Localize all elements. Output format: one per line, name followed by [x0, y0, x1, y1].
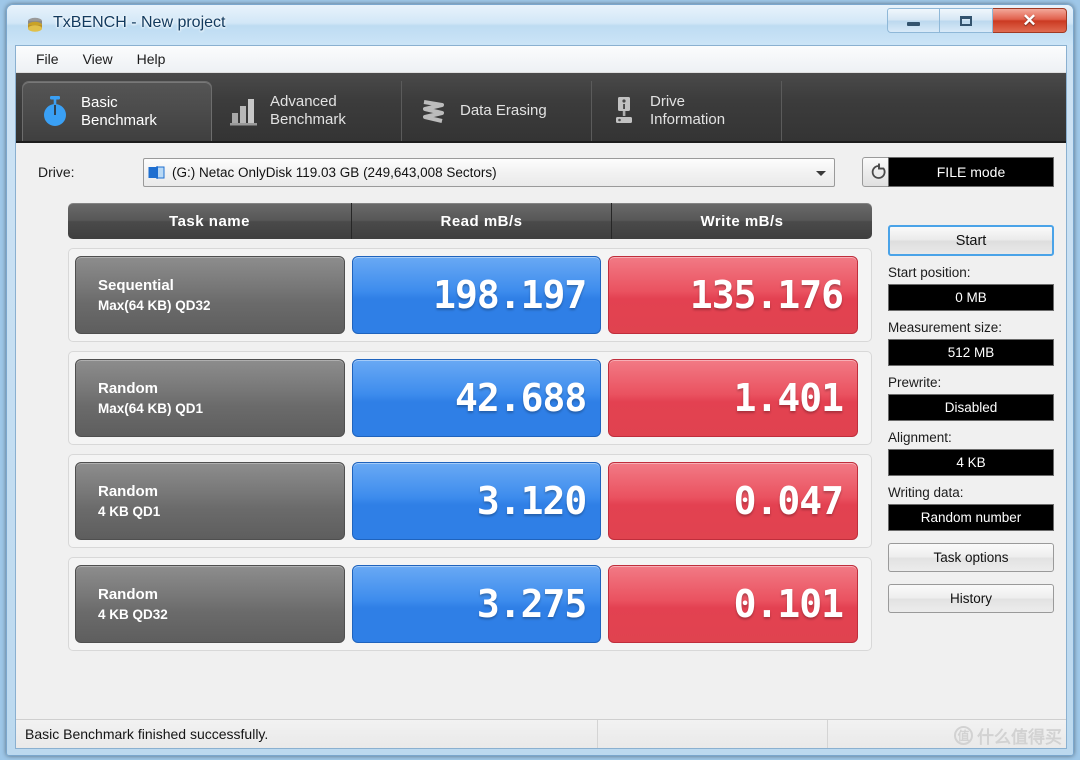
client-area: File View Help Basic Benchmark Advanced …: [15, 45, 1067, 749]
close-button[interactable]: ✕: [993, 8, 1067, 33]
minimize-button[interactable]: [887, 8, 940, 33]
tab-drive-information[interactable]: Drive Information: [592, 81, 782, 141]
maximize-icon: [960, 15, 972, 26]
column-header-write: Write mB/s: [700, 212, 784, 230]
task-options-button[interactable]: Task options: [888, 543, 1054, 572]
measurement-size-value[interactable]: 512 MB: [888, 339, 1054, 366]
window-title: TxBENCH - New project: [53, 14, 226, 31]
write-value: 0.047: [608, 462, 858, 540]
watermark: 值 什么值得买: [954, 723, 1062, 748]
task-name-cell: Random Max(64 KB) QD1: [75, 359, 345, 437]
menu-item-file[interactable]: File: [24, 47, 71, 71]
read-value: 42.688: [351, 359, 602, 437]
application-window: TxBENCH - New project ✕ File View Help B…: [6, 4, 1074, 756]
tab-label: Data Erasing: [460, 102, 547, 119]
task-name-line1: Random: [98, 482, 158, 500]
table-header-row: Task name Read mB/s Write mB/s: [68, 203, 872, 239]
table-row: Random 4 KB QD32 3.275 0.101: [68, 557, 872, 651]
table-row: Random Max(64 KB) QD1 42.688 1.401: [68, 351, 872, 445]
status-message: Basic Benchmark finished successfully.: [16, 720, 598, 748]
task-name-line1: Random: [98, 379, 158, 397]
refresh-icon: [871, 163, 886, 179]
watermark-text: 什么值得买: [977, 728, 1062, 748]
column-header-read: Read mB/s: [352, 203, 612, 239]
write-value: 1.401: [608, 359, 858, 437]
menu-item-view[interactable]: View: [71, 47, 125, 71]
read-value: 198.197: [351, 256, 602, 334]
tab-label: Basic Benchmark: [81, 93, 157, 129]
benchmark-table: Task name Read mB/s Write mB/s Sequentia…: [68, 203, 872, 651]
drive-selected-text: (G:) Netac OnlyDisk 119.03 GB (249,643,0…: [172, 164, 497, 180]
drive-label: Drive:: [38, 164, 75, 180]
start-position-value[interactable]: 0 MB: [888, 284, 1054, 311]
tab-basic-benchmark[interactable]: Basic Benchmark: [22, 81, 212, 141]
start-button[interactable]: Start: [888, 225, 1054, 256]
maximize-button[interactable]: [940, 8, 993, 33]
tab-advanced-benchmark[interactable]: Advanced Benchmark: [212, 81, 402, 141]
prewrite-label: Prewrite:: [888, 375, 942, 390]
history-button[interactable]: History: [888, 584, 1054, 613]
title-bar: TxBENCH - New project ✕: [7, 5, 1073, 45]
bar-chart-icon: [230, 99, 257, 126]
task-name-line2: 4 KB QD32: [98, 606, 168, 622]
tab-data-erasing[interactable]: Data Erasing: [402, 81, 592, 141]
read-value: 3.120: [351, 462, 602, 540]
task-name-line1: Sequential: [98, 276, 174, 294]
menu-item-help[interactable]: Help: [125, 47, 178, 71]
close-icon: ✕: [1022, 11, 1037, 30]
task-name-cell: Random 4 KB QD32: [75, 565, 345, 643]
task-name-line2: Max(64 KB) QD32: [98, 297, 211, 313]
measurement-size-label: Measurement size:: [888, 320, 1003, 335]
write-value: 0.101: [608, 565, 858, 643]
eraser-icon: [423, 100, 444, 123]
read-value: 3.275: [351, 565, 602, 643]
start-position-label: Start position:: [888, 265, 971, 280]
writing-data-label: Writing data:: [888, 485, 964, 500]
task-name-line1: Random: [98, 585, 158, 603]
writing-data-value[interactable]: Random number: [888, 504, 1054, 531]
alignment-value[interactable]: 4 KB: [888, 449, 1054, 476]
chevron-down-icon: [816, 170, 826, 176]
table-row: Random 4 KB QD1 3.120 0.047: [68, 454, 872, 548]
status-segment-2: 值 什么值得买: [828, 720, 1066, 748]
tab-label: Advanced Benchmark: [270, 93, 346, 128]
table-row: Sequential Max(64 KB) QD32 198.197 135.1…: [68, 248, 872, 342]
drive-combobox[interactable]: (G:) Netac OnlyDisk 119.03 GB (249,643,0…: [143, 157, 835, 187]
watermark-mark: 值: [954, 726, 973, 745]
task-name-line2: 4 KB QD1: [98, 503, 161, 519]
app-icon: [28, 17, 42, 32]
tab-label: Drive Information: [650, 93, 726, 128]
drive-icon: [148, 165, 165, 179]
file-mode-display[interactable]: FILE mode: [888, 157, 1054, 187]
menu-bar: File View Help: [16, 46, 1066, 73]
task-name-line2: Max(64 KB) QD1: [98, 400, 204, 416]
task-name-cell: Sequential Max(64 KB) QD32: [75, 256, 345, 334]
content-area: Drive: (G:) Netac OnlyDisk 119.03 GB (24…: [16, 143, 1066, 719]
prewrite-value[interactable]: Disabled: [888, 394, 1054, 421]
minimize-icon: [907, 22, 920, 26]
stopwatch-icon: [44, 95, 66, 126]
options-panel: FILE mode Start Start position: 0 MB Mea…: [888, 157, 1054, 613]
tab-strip: Basic Benchmark Advanced Benchmark Data …: [16, 73, 1066, 143]
task-name-cell: Random 4 KB QD1: [75, 462, 345, 540]
window-controls: ✕: [887, 8, 1067, 33]
alignment-label: Alignment:: [888, 430, 952, 445]
drive-info-icon: [616, 97, 632, 123]
status-segment-1: [598, 720, 828, 748]
status-bar: Basic Benchmark finished successfully. 值…: [16, 719, 1066, 748]
write-value: 135.176: [608, 256, 858, 334]
column-header-task-name: Task name: [68, 203, 352, 239]
